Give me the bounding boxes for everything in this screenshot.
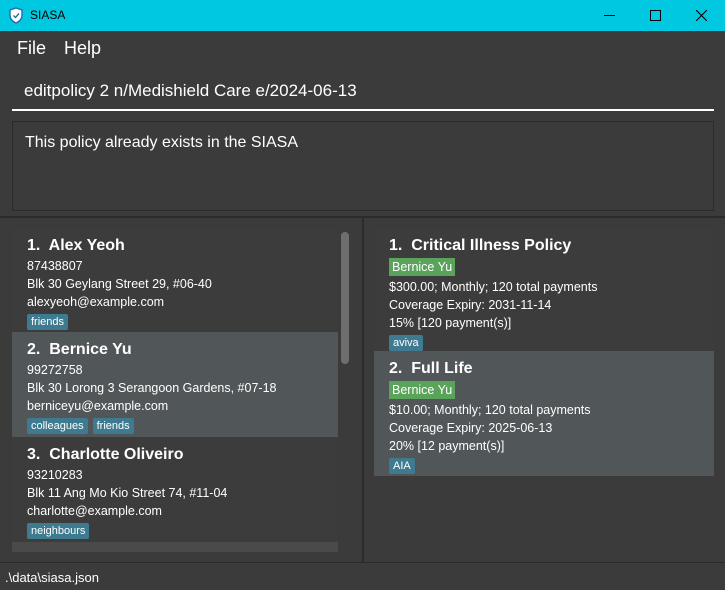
policy-tags: aviva — [389, 333, 714, 353]
minimize-button[interactable] — [587, 0, 633, 31]
policy-name: Full Life — [411, 360, 473, 377]
maximize-button[interactable] — [633, 0, 679, 31]
close-button[interactable] — [679, 0, 725, 31]
person-index: 1. — [27, 237, 41, 254]
menu-help[interactable]: Help — [64, 38, 101, 59]
policy-commission: 15% [120 payment(s)] — [389, 316, 512, 330]
person-card[interactable]: 1. Alex Yeoh 87438807 Blk 30 Geylang Str… — [12, 228, 338, 332]
policy-expiry: Coverage Expiry: 2031-11-14 — [389, 298, 552, 312]
person-card[interactable]: 2. Bernice Yu 99272758 Blk 30 Lorong 3 S… — [12, 332, 338, 437]
person-index: 3. — [27, 446, 41, 463]
save-file-path: .\data\siasa.json — [5, 570, 99, 585]
policy-list: 1. Critical Illness Policy Bernice Yu $3… — [374, 228, 714, 476]
person-card[interactable]: 3. Charlotte Oliveiro 93210283 Blk 11 An… — [12, 437, 338, 542]
policy-title: 1. Critical Illness Policy — [389, 235, 714, 257]
result-display: This policy already exists in the SIASA — [12, 121, 714, 211]
policy-card[interactable]: 1. Critical Illness Policy Bernice Yu $3… — [374, 228, 714, 351]
policy-index: 1. — [389, 237, 403, 254]
close-icon — [696, 10, 707, 21]
person-tags: neighbours — [27, 521, 338, 541]
panel-divider — [362, 218, 364, 562]
tag-badge: neighbours — [27, 523, 90, 539]
list-footer-strip — [12, 542, 338, 552]
command-input[interactable] — [12, 72, 714, 109]
policy-index: 2. — [389, 360, 403, 377]
person-phone: 87438807 — [27, 259, 83, 273]
maximize-icon — [650, 10, 661, 21]
window-title: SIASA — [30, 8, 66, 22]
person-phone: 93210283 — [27, 468, 83, 482]
status-bar: .\data\siasa.json — [0, 562, 725, 590]
policy-owner-badge: Bernice Yu — [389, 258, 456, 276]
person-title: 3. Charlotte Oliveiro — [27, 444, 338, 466]
person-name: Charlotte Oliveiro — [49, 446, 184, 463]
person-name: Bernice Yu — [49, 341, 132, 358]
tag-badge: friends — [92, 418, 134, 434]
tag-badge: colleagues — [27, 418, 88, 434]
person-email: alexyeoh@example.com — [27, 295, 165, 309]
person-address: Blk 11 Ang Mo Kio Street 74, #11-04 — [27, 486, 228, 500]
person-email: charlotte@example.com — [27, 504, 162, 518]
policy-payment: $10.00; Monthly; 120 total payments — [389, 403, 591, 417]
policy-expiry: Coverage Expiry: 2025-06-13 — [389, 421, 553, 435]
person-tags: friends — [27, 312, 338, 332]
policy-tags: AIA — [389, 456, 714, 476]
person-phone: 99272758 — [27, 363, 83, 377]
policy-name: Critical Illness Policy — [411, 237, 572, 254]
person-tags: colleagues friends — [27, 416, 338, 436]
scrollbar-thumb[interactable] — [341, 232, 349, 364]
menu-file[interactable]: File — [17, 38, 46, 59]
menu-bar: File Help — [0, 31, 725, 64]
person-address: Blk 30 Lorong 3 Serangoon Gardens, #07-1… — [27, 381, 277, 395]
result-message: This policy already exists in the SIASA — [25, 134, 299, 151]
policy-title: 2. Full Life — [389, 358, 714, 380]
shield-icon — [9, 7, 23, 24]
company-badge: aviva — [389, 335, 423, 351]
policy-commission: 20% [12 payment(s)] — [389, 439, 505, 453]
policy-owner-badge: Bernice Yu — [389, 381, 456, 399]
policy-payment: $300.00; Monthly; 120 total payments — [389, 280, 598, 294]
person-title: 1. Alex Yeoh — [27, 235, 338, 257]
person-index: 2. — [27, 341, 41, 358]
tag-badge: friends — [27, 314, 69, 330]
person-name: Alex Yeoh — [48, 237, 125, 254]
person-title: 2. Bernice Yu — [27, 339, 338, 361]
person-list: 1. Alex Yeoh 87438807 Blk 30 Geylang Str… — [12, 228, 338, 552]
policy-card[interactable]: 2. Full Life Bernice Yu $10.00; Monthly;… — [374, 351, 714, 476]
person-address: Blk 30 Geylang Street 29, #06-40 — [27, 277, 212, 291]
command-box — [12, 72, 714, 111]
title-bar: SIASA — [0, 0, 725, 31]
person-email: berniceyu@example.com — [27, 399, 169, 413]
company-badge: AIA — [389, 458, 415, 474]
minimize-icon — [604, 15, 615, 16]
